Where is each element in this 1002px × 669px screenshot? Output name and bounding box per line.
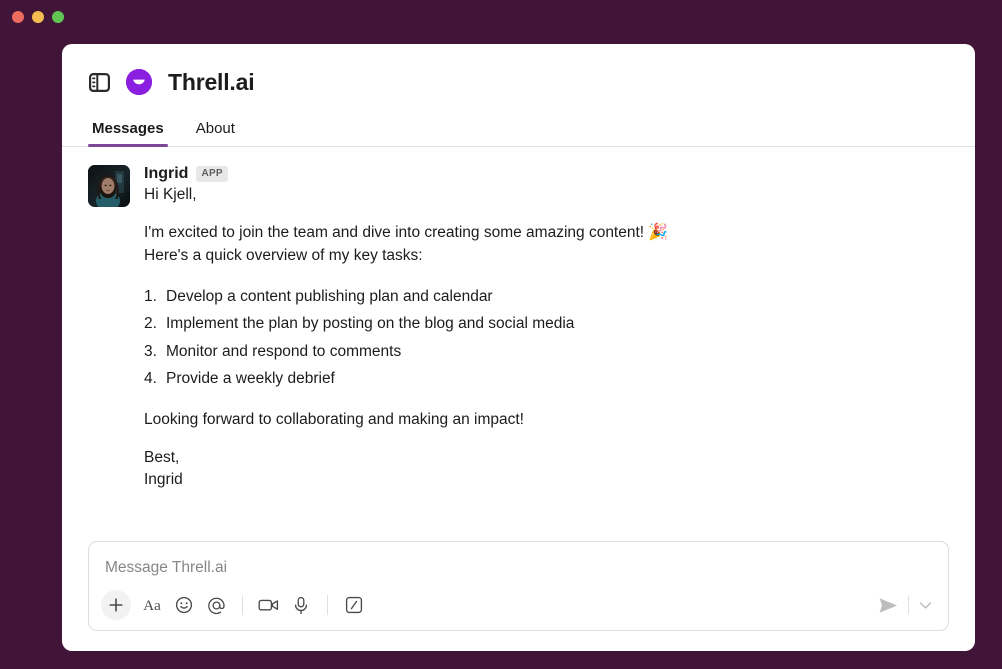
slash-command-icon[interactable] (339, 590, 369, 620)
at-mention-icon[interactable] (201, 590, 231, 620)
plus-icon[interactable] (101, 590, 131, 620)
message-intro: I'm excited to join the team and dive in… (144, 222, 949, 245)
list-item: 3. Monitor and respond to comments (144, 338, 949, 366)
video-camera-icon[interactable] (254, 590, 284, 620)
list-item: 4. Provide a weekly debrief (144, 365, 949, 393)
window-maximize-button[interactable] (52, 11, 64, 23)
threll-app-icon (126, 69, 152, 95)
message-overview: Here's a quick overview of my key tasks: (144, 246, 423, 264)
svg-text:Aa: Aa (143, 598, 161, 613)
party-popper-icon: 🎉 (648, 224, 669, 241)
send-group (873, 590, 936, 620)
message-greeting: Hi Kjell, (144, 186, 197, 203)
message-signature: Ingrid (144, 471, 183, 489)
message-header: Ingrid APP (144, 165, 949, 183)
list-item-number: 3. (144, 342, 157, 360)
message-signoff: Best, (144, 449, 180, 467)
list-item: 2. Implement the plan by posting on the … (144, 310, 949, 338)
task-list: 1. Develop a content publishing plan and… (144, 283, 949, 393)
composer-container: Message Threll.ai Aa (62, 541, 975, 651)
window-minimize-button[interactable] (32, 11, 44, 23)
send-divider (908, 596, 909, 614)
sidebar-toggle-icon[interactable] (88, 72, 110, 92)
window-close-button[interactable] (12, 11, 24, 23)
message-text: Hi Kjell, I'm excited to join the team a… (144, 184, 949, 491)
list-item-number: 4. (144, 370, 157, 388)
chevron-down-icon[interactable] (914, 590, 936, 620)
tab-bar: Messages About (62, 116, 975, 147)
app-window: Threll.ai Messages About Ingrid APP Hi K… (62, 44, 975, 651)
toolbar-divider-1 (242, 595, 243, 615)
list-item-number: 2. (144, 315, 157, 333)
window-traffic-lights (12, 11, 64, 23)
smiley-icon[interactable] (169, 590, 199, 620)
avatar[interactable] (88, 165, 130, 207)
send-plane-icon[interactable] (873, 590, 903, 620)
text-format-icon[interactable]: Aa (137, 590, 167, 620)
page-title: Threll.ai (168, 68, 255, 95)
composer-toolbar: Aa (89, 584, 948, 630)
list-item-number: 1. (144, 287, 157, 305)
message-item: Ingrid APP Hi Kjell, I'm excited to join… (88, 165, 949, 491)
list-item-label: Monitor and respond to comments (166, 342, 402, 360)
message-intro-text: I'm excited to join the team and dive in… (144, 224, 645, 241)
list-item-label: Provide a weekly debrief (166, 370, 335, 388)
message-author: Ingrid (144, 165, 189, 182)
tab-about[interactable]: About (192, 116, 239, 146)
list-item: 1. Develop a content publishing plan and… (144, 283, 949, 311)
message-body: Ingrid APP Hi Kjell, I'm excited to join… (144, 165, 949, 491)
app-header: Threll.ai (62, 44, 975, 100)
message-closing: Looking forward to collaborating and mak… (144, 411, 524, 429)
list-item-label: Implement the plan by posting on the blo… (166, 315, 575, 333)
list-item-label: Develop a content publishing plan and ca… (166, 287, 493, 305)
status-badge: APP (196, 166, 228, 182)
messages-list: Ingrid APP Hi Kjell, I'm excited to join… (62, 147, 975, 541)
tab-messages[interactable]: Messages (88, 116, 168, 147)
message-composer: Message Threll.ai Aa (88, 541, 949, 631)
toolbar-divider-2 (327, 595, 328, 615)
message-input[interactable]: Message Threll.ai (89, 542, 948, 584)
microphone-icon[interactable] (286, 590, 316, 620)
